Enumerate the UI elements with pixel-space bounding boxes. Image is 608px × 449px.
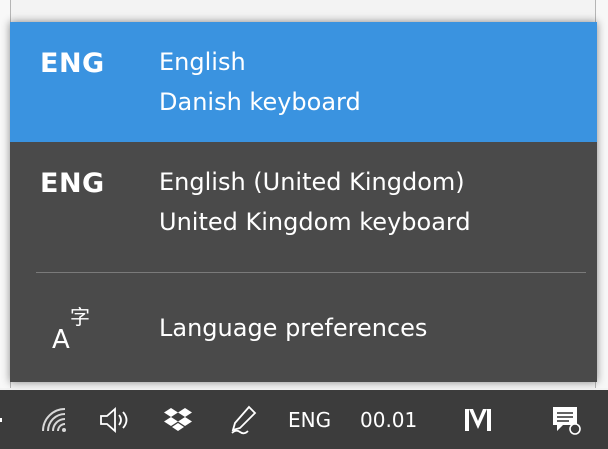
keyboard-layout: United Kingdom keyboard [159,208,471,236]
language-item-english-uk[interactable]: ENG English (United Kingdom) United King… [10,142,597,262]
app-m-icon[interactable] [462,404,494,436]
volume-icon[interactable] [98,404,132,436]
taskbar: ENG 00.01 [0,390,608,449]
language-preferences-label: Language preferences [159,314,428,342]
svg-text:A: A [52,325,70,352]
language-code: ENG [40,168,105,199]
language-name: English [159,48,246,76]
language-item-english-danish[interactable]: ENG English Danish keyboard [10,22,597,142]
divider [36,272,586,273]
language-code: ENG [40,48,105,79]
clock[interactable]: 00.01 [360,408,417,432]
language-flyout: ENG English Danish keyboard ENG English … [10,22,597,382]
svg-text:字: 字 [70,305,90,329]
keyboard-layout: Danish keyboard [159,88,361,116]
language-preferences-icon: A 字 [50,302,100,352]
input-indicator[interactable]: ENG [288,408,331,432]
network-icon[interactable] [38,404,70,436]
language-name: English (United Kingdom) [159,168,465,196]
action-center-icon[interactable] [548,404,584,436]
desktop: ENG English Danish keyboard ENG English … [0,0,608,449]
pen-icon[interactable] [226,404,260,436]
dropbox-icon[interactable] [162,404,194,436]
show-hidden-icons-icon[interactable] [0,404,6,436]
language-preferences-link[interactable]: A 字 Language preferences [10,284,597,374]
